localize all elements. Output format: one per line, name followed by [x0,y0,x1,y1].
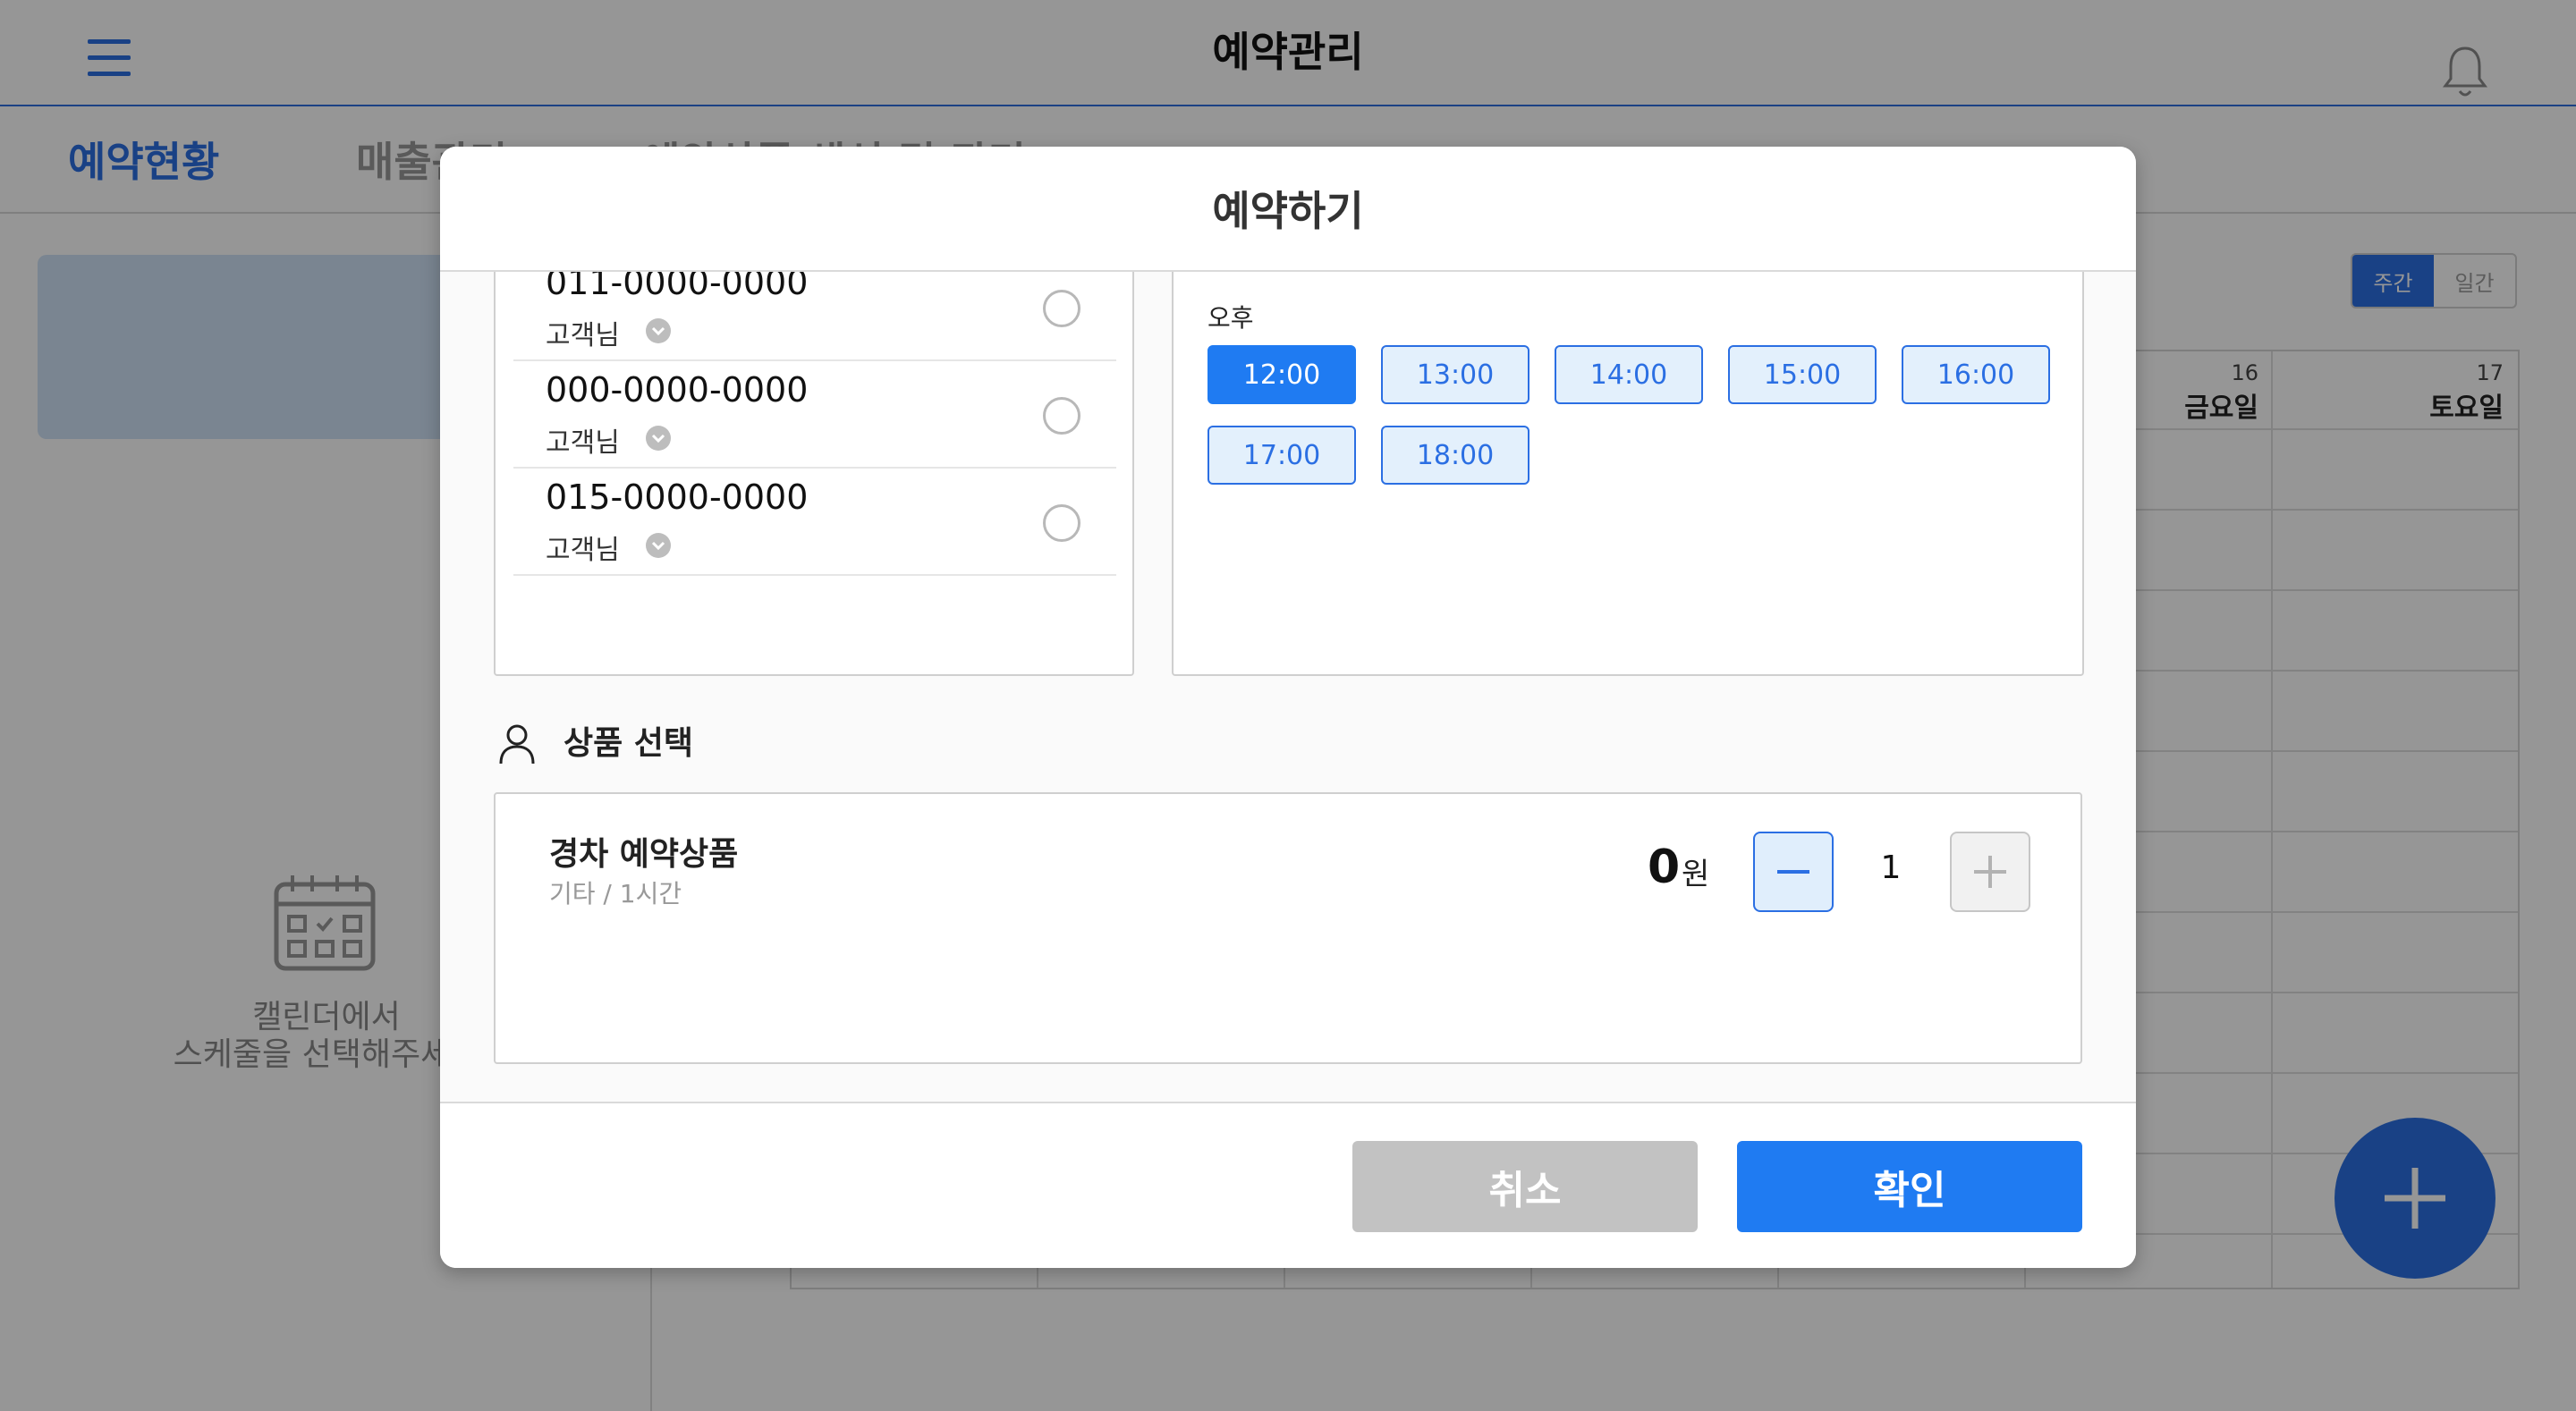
time-slot[interactable]: 17:00 [1208,426,1356,485]
customer-radio[interactable] [1043,504,1080,542]
customer-label: 고객님 [546,427,620,459]
customer-row[interactable]: 015-0000-0000 고객님 [513,467,1116,576]
customer-list-panel[interactable]: 011-0000-0000 고객님 000-0000-0000 고객님 015-… [494,240,1134,676]
customer-row[interactable]: 000-0000-0000 고객님 [513,359,1116,467]
time-slot[interactable]: 13:00 [1381,345,1530,404]
chevron-down-icon[interactable] [646,426,671,451]
price-unit: 원 [1682,857,1710,892]
time-slot[interactable]: 18:00 [1381,426,1530,485]
modal-footer: 취소 확인 [440,1102,2136,1268]
customer-phone: 015-0000-0000 [546,477,809,517]
modal-title: 예약하기 [1212,187,1364,235]
customer-label: 고객님 [546,320,620,351]
customer-radio[interactable] [1043,397,1080,435]
product-subtitle: 기타 / 1시간 [549,879,682,908]
time-slot-panel: 오후 12:00 13:00 14:00 15:00 16:00 17:00 1… [1172,240,2084,676]
customer-label: 고객님 [546,535,620,566]
chevron-down-icon[interactable] [646,318,671,343]
time-slot[interactable]: 16:00 [1902,345,2050,404]
quantity-increase-button[interactable] [1950,832,2030,912]
quantity-value: 1 [1880,849,1902,886]
person-icon [499,724,535,765]
time-slot[interactable]: 15:00 [1728,345,1877,404]
reservation-modal: 011-0000-0000 고객님 000-0000-0000 고객님 015-… [440,147,2136,1268]
product-panel: 경차 예약상품 기타 / 1시간 0 원 1 [494,792,2082,1064]
modal-header: 예약하기 [440,147,2136,272]
quantity-decrease-button[interactable] [1753,832,1834,912]
cancel-button[interactable]: 취소 [1352,1141,1698,1232]
minus-icon [1777,870,1809,874]
time-slot[interactable]: 12:00 [1208,345,1356,404]
product-section-title: 상품 선택 [564,725,694,762]
time-slot[interactable]: 14:00 [1555,345,1703,404]
product-price: 0 [1648,841,1681,894]
confirm-button[interactable]: 확인 [1737,1141,2082,1232]
plus-icon [1974,856,2006,888]
pm-label: 오후 [1208,303,1254,333]
product-name: 경차 예약상품 [549,836,739,873]
customer-phone: 000-0000-0000 [546,370,809,410]
chevron-down-icon[interactable] [646,533,671,558]
customer-radio[interactable] [1043,290,1080,327]
